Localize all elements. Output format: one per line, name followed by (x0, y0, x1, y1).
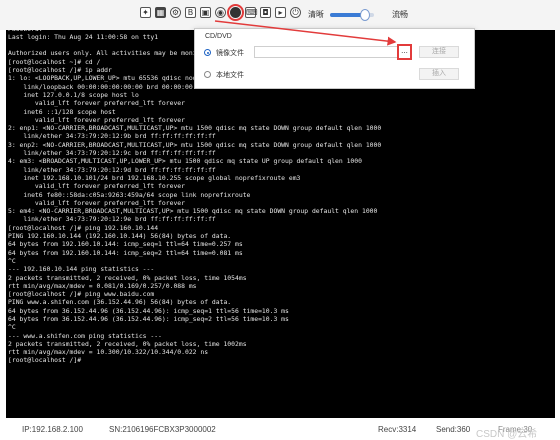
terminal-line: [root@localhost /]# ping www.baidu.com (8, 290, 155, 299)
quality-slider-knob[interactable] (360, 9, 371, 21)
terminal-line: inet 127.0.0.1/8 scope host lo (8, 90, 139, 99)
terminal-line: link/ether 34:73:79:20:12:9d brd ff:ff:f… (8, 165, 216, 174)
terminal-line: ^C (8, 256, 16, 265)
ip-address: IP:192.168.2.100 (22, 425, 83, 434)
terminal-line: PING 192.160.10.144 (192.160.10.144) 56(… (8, 232, 232, 241)
terminal-line: 64 bytes from 192.160.10.144: icmp_seq=2… (8, 248, 243, 257)
insert-button[interactable]: 插入 (419, 68, 459, 80)
video-icon[interactable]: ▸ (275, 7, 286, 18)
terminal-line: Last login: Thu Aug 24 11:00:58 on tty1 (8, 32, 159, 41)
terminal-line: 2 packets transmitted, 2 received, 0% pa… (8, 339, 247, 348)
terminal-line: 2: enp1: <NO-CARRIER,BROADCAST,MULTICAST… (8, 124, 382, 133)
terminal-line: rtt min/avg/max/mdev = 0.081/0.169/0.257… (8, 281, 197, 290)
image-file-label: 镜像文件 (216, 50, 244, 57)
terminal-line: link/ether 34:73:79:20:12:9b brd ff:ff:f… (8, 132, 216, 141)
terminal-line: valid_lft forever preferred_lft forever (8, 115, 185, 124)
clear-quality-label: 清晰 (308, 10, 324, 19)
toolbar-icon-group: ✦ ▦ ⚙ B ▣ ◉ ⌨ ◘ ▸ ⏻ (140, 4, 301, 21)
cd-dvd-dialog: CD/DVD 镜像文件 ... 连接 本地文件 插入 (194, 28, 475, 89)
terminal-line: [root@localhost /]# (8, 356, 82, 365)
terminal-line: 64 bytes from 36.152.44.96 (36.152.44.96… (8, 314, 289, 323)
image-path-input[interactable] (254, 46, 410, 58)
keyboard-icon[interactable]: ⌨ (245, 7, 258, 18)
terminal-line: valid_lft forever preferred_lft forever (8, 198, 185, 207)
power-icon[interactable]: ⏻ (290, 7, 301, 18)
terminal-line: 3: enp2: <NO-CARRIER,BROADCAST,MULTICAST… (8, 140, 382, 149)
terminal-line: inet 192.168.10.101/24 brd 192.168.10.25… (8, 173, 301, 182)
terminal-line: valid_lft forever preferred_lft forever (8, 99, 185, 108)
local-file-label: 本地文件 (216, 72, 244, 79)
camera-icon[interactable]: ◘ (260, 7, 271, 18)
record-icon[interactable]: ◉ (215, 7, 226, 18)
terminal-line: link/ether 34:73:79:20:12:9e brd ff:ff:f… (8, 215, 216, 224)
terminal-line: valid_lft forever preferred_lft forever (8, 182, 185, 191)
terminal-line: [root@localhost /]# ip addr (8, 66, 112, 75)
watermark: CSDN @云希 (476, 429, 538, 440)
image-icon[interactable]: ▣ (200, 7, 211, 18)
pin-icon[interactable]: ✦ (140, 7, 151, 18)
terminal-line: --- 192.160.10.144 ping statistics --- (8, 265, 155, 274)
terminal-line: 64 bytes from 36.152.44.96 (36.152.44.96… (8, 306, 289, 315)
send-count: Send:360 (436, 425, 471, 434)
connect-button[interactable]: 连接 (419, 46, 459, 58)
terminal-line: 5: em4: <NO-CARRIER,BROADCAST,MULTICAST,… (8, 207, 378, 216)
terminal-line: 64 bytes from 192.160.10.144: icmp_seq=1… (8, 240, 243, 249)
recv-count: Recv:3314 (378, 425, 417, 434)
disc-icon[interactable] (227, 4, 244, 21)
terminal-line: link/ether 34:73:79:20:12:9c brd ff:ff:f… (8, 149, 216, 158)
screen-icon[interactable]: ▦ (155, 7, 166, 18)
browse-button[interactable]: ... (397, 44, 412, 60)
smooth-quality-label: 流畅 (392, 10, 408, 19)
terminal-line: inet6 fe80::58da:c05a:9263:459a/64 scope… (8, 190, 251, 199)
settings-icon[interactable]: ⚙ (170, 7, 181, 18)
terminal-line: rtt min/avg/max/mdev = 10.300/10.322/10.… (8, 348, 209, 357)
terminal-line: --- www.a.shifen.com ping statistics --- (8, 331, 162, 340)
terminal-line: PING www.a.shifen.com (36.152.44.96) 56(… (8, 298, 232, 307)
image-file-radio[interactable] (204, 49, 211, 56)
terminal-line: ^C (8, 323, 16, 332)
terminal-line: [root@localhost ~]# cd / (8, 57, 101, 66)
terminal-line: inet6 ::1/128 scope host (8, 107, 116, 116)
kvm-toolbar: ✦ ▦ ⚙ B ▣ ◉ ⌨ ◘ ▸ ⏻ 清晰 流畅 (0, 0, 560, 30)
cd-dvd-title: CD/DVD (205, 33, 232, 40)
bold-icon[interactable]: B (185, 7, 196, 18)
local-file-radio[interactable] (204, 71, 211, 78)
terminal-line: 4: em3: <BROADCAST,MULTICAST,UP,LOWER_UP… (8, 157, 362, 166)
terminal-line: 2 packets transmitted, 2 received, 0% pa… (8, 273, 247, 282)
status-bar: IP:192.168.2.100 SN:2106196FCBX3P3000002… (0, 418, 560, 440)
serial-number: SN:2106196FCBX3P3000002 (109, 425, 216, 434)
terminal-line: [root@localhost /]# ping 192.160.10.144 (8, 223, 159, 232)
